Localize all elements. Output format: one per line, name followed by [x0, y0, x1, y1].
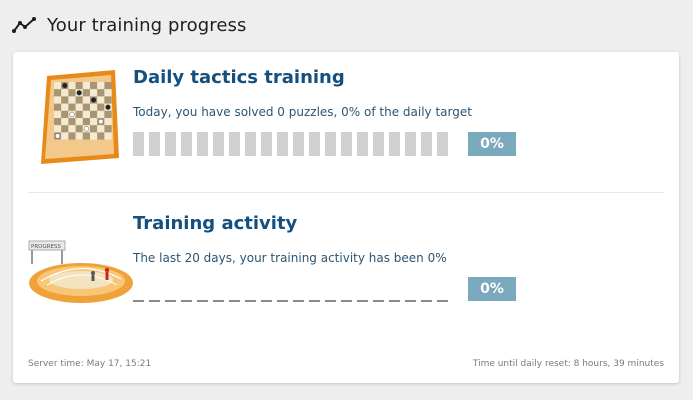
race-track-icon: PROGRESS [28, 240, 133, 303]
activity-day-marker [277, 300, 288, 302]
activity-day-marker [197, 300, 208, 302]
tactics-percent-badge: 0% [468, 132, 516, 156]
tactics-title[interactable]: Daily tactics training [133, 67, 345, 88]
progress-segment [389, 132, 400, 156]
activity-day-marker [341, 300, 352, 302]
progress-segment [197, 132, 208, 156]
progress-segment [213, 132, 224, 156]
svg-text:PROGRESS: PROGRESS [31, 244, 62, 250]
progress-segment [405, 132, 416, 156]
progress-segment [309, 132, 320, 156]
activity-day-marker [421, 300, 432, 302]
progress-segment [373, 132, 384, 156]
progress-segment [357, 132, 368, 156]
activity-day-marker [149, 300, 160, 302]
daily-reset-time: Time until daily reset: 8 hours, 39 minu… [472, 359, 664, 369]
progress-segment [293, 132, 304, 156]
progress-segment [133, 132, 144, 156]
activity-day-marker [181, 300, 192, 302]
activity-percent-badge: 0% [468, 277, 516, 301]
chessboard-icon [41, 70, 119, 164]
activity-day-marker [165, 300, 176, 302]
activity-description: The last 20 days, your training activity… [133, 251, 447, 265]
activity-day-marker [405, 300, 416, 302]
page-header: Your training progress [12, 11, 247, 39]
progress-segment [261, 132, 272, 156]
activity-day-marker [437, 300, 448, 302]
activity-day-marker [309, 300, 320, 302]
progress-segment [149, 132, 160, 156]
progress-segment [181, 132, 192, 156]
page-title: Your training progress [47, 14, 247, 36]
progress-segment [421, 132, 432, 156]
tactics-description: Today, you have solved 0 puzzles, 0% of … [133, 105, 472, 119]
activity-day-marker [133, 300, 144, 302]
activity-day-marker [373, 300, 384, 302]
training-progress-card: Daily tactics training Today, you have s… [13, 52, 679, 383]
activity-day-marker [213, 300, 224, 302]
activity-progress-bar [133, 278, 448, 302]
server-time: Server time: May 17, 15:21 [28, 359, 152, 369]
activity-day-marker [261, 300, 272, 302]
progress-segment [325, 132, 336, 156]
tactics-progress-bar [133, 132, 448, 156]
activity-day-marker [325, 300, 336, 302]
activity-title[interactable]: Training activity [133, 213, 297, 234]
progress-segment [165, 132, 176, 156]
progress-segment [245, 132, 256, 156]
activity-day-marker [389, 300, 400, 302]
progress-segment [229, 132, 240, 156]
progress-segment [277, 132, 288, 156]
activity-day-marker [245, 300, 256, 302]
progress-segment [341, 132, 352, 156]
activity-day-marker [357, 300, 368, 302]
line-chart-icon [12, 17, 36, 33]
activity-day-marker [229, 300, 240, 302]
activity-day-marker [293, 300, 304, 302]
section-divider [28, 192, 664, 193]
progress-segment [437, 132, 448, 156]
